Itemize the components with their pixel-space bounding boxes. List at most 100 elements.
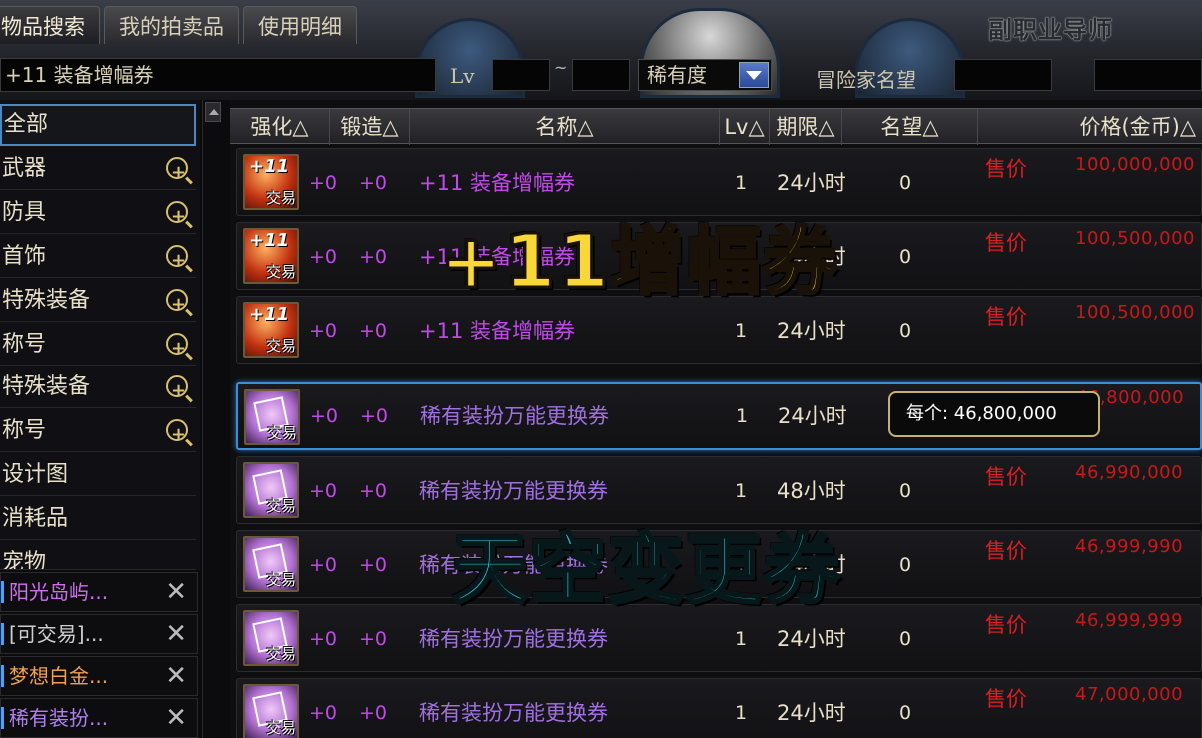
category-item[interactable]: 全部 xyxy=(0,104,196,146)
price-value: 100,500,000 xyxy=(1075,302,1196,323)
category-item[interactable]: 特殊装备 xyxy=(0,280,196,326)
category-item[interactable]: 设计图 xyxy=(0,454,196,496)
upgrade-value: +0 xyxy=(309,628,338,650)
avatar-ticket-icon: 交易 xyxy=(243,536,299,592)
fame-value: 0 xyxy=(899,628,912,650)
overlay-caption-avatar: 天空变更券 xyxy=(451,524,842,616)
sell-label: 售价 xyxy=(985,465,1027,489)
fame-value: 0 xyxy=(899,172,912,194)
filter-marker xyxy=(1,623,4,645)
tradable-badge: 交易 xyxy=(265,189,296,207)
close-icon[interactable]: ✕ xyxy=(165,699,187,737)
zoom-in-icon[interactable] xyxy=(166,240,188,282)
sell-label: 售价 xyxy=(985,687,1027,711)
upgrade-value: +0 xyxy=(309,480,338,502)
price-value: 100,000,000 xyxy=(1075,154,1196,175)
category-label: 消耗品 xyxy=(2,506,69,531)
fame-min-input[interactable] xyxy=(954,59,1052,91)
item-name: 稀有装扮万能更换券 xyxy=(420,404,609,428)
tradable-badge: 交易 xyxy=(266,424,297,442)
column-header-lv[interactable]: Lv△ xyxy=(720,109,770,145)
filter-marker xyxy=(1,581,4,603)
rarity-label: 稀有度 xyxy=(647,63,707,87)
category-label: 设计图 xyxy=(2,462,69,487)
upgrade-value: +0 xyxy=(309,554,338,576)
upgrade-value: +0 xyxy=(309,246,338,268)
icon-level-label: +11 xyxy=(249,230,290,251)
upgrade-value: +0 xyxy=(310,405,339,427)
overlay-caption-amplify: +11增幅券 xyxy=(439,218,839,307)
lv-min-input[interactable] xyxy=(492,59,550,91)
tab-item-search[interactable]: 物品搜索 xyxy=(0,6,100,44)
category-label: 特殊装备 xyxy=(2,374,91,399)
lv-max-input[interactable] xyxy=(572,59,630,91)
fame-value: 0 xyxy=(899,702,912,724)
filter-label: 阳光岛屿... xyxy=(9,580,109,604)
category-item[interactable]: 称号 xyxy=(0,410,196,456)
price-value: 46,999,990 xyxy=(1075,536,1184,557)
category-label: 称号 xyxy=(2,418,47,443)
zoom-in-icon[interactable] xyxy=(166,196,188,238)
column-header-upgrade[interactable]: 强化△ xyxy=(230,109,330,145)
item-name: 稀有装扮万能更换券 xyxy=(419,701,608,725)
search-bar: +11 装备增幅券 Lv ~ 稀有度 冒险家名望 xyxy=(0,54,1202,98)
column-header-name[interactable]: 名称△ xyxy=(410,109,720,145)
table-row[interactable]: 交易 +0 +0 稀有装扮万能更换券 1 24小时 0 售价 47,000,000 xyxy=(236,678,1202,738)
category-label: 武器 xyxy=(2,156,47,181)
filter-chip[interactable]: [可交易]... ✕ xyxy=(0,614,198,654)
search-input[interactable]: +11 装备增幅券 xyxy=(0,58,436,92)
category-label: 首饰 xyxy=(2,244,47,269)
category-item[interactable]: 特殊装备 xyxy=(0,366,196,412)
fame-max-input[interactable] xyxy=(1094,59,1202,91)
filter-list: 阳光岛屿... ✕ [可交易]... ✕ 梦想白金... ✕ 稀有装扮... ✕ xyxy=(0,572,198,738)
filter-label: 梦想白金... xyxy=(9,664,109,688)
forge-value: +0 xyxy=(359,480,388,502)
scroll-up-icon[interactable] xyxy=(205,102,221,122)
price-value: 100,500,000 xyxy=(1075,228,1196,249)
sell-label: 售价 xyxy=(985,157,1027,181)
amplify-ticket-icon: +11 交易 xyxy=(243,228,299,284)
close-icon[interactable]: ✕ xyxy=(165,615,187,653)
column-header-forge[interactable]: 锻造△ xyxy=(330,109,410,145)
sell-label: 售价 xyxy=(985,305,1027,329)
category-label: 防具 xyxy=(2,200,47,225)
table-header: 强化△ 锻造△ 名称△ Lv△ 期限△ 名望△ 价格(金币)△ xyxy=(230,108,1202,145)
category-item[interactable]: 防具 xyxy=(0,192,196,238)
column-header-duration[interactable]: 期限△ xyxy=(770,109,842,145)
avatar-ticket-icon: 交易 xyxy=(243,684,299,738)
icon-level-label: +11 xyxy=(249,156,290,177)
forge-value: +0 xyxy=(359,702,388,724)
forge-value: +0 xyxy=(359,628,388,650)
upgrade-value: +0 xyxy=(309,172,338,194)
tab-usage-details[interactable]: 使用明细 xyxy=(243,6,357,44)
tab-my-auctions[interactable]: 我的拍卖品 xyxy=(104,6,239,44)
fame-value: 0 xyxy=(899,246,912,268)
category-label: 特殊装备 xyxy=(2,288,91,313)
chevron-down-icon[interactable] xyxy=(739,62,769,88)
duration-value: 24小时 xyxy=(777,701,846,725)
filter-chip[interactable]: 梦想白金... ✕ xyxy=(0,656,198,696)
zoom-in-icon[interactable] xyxy=(166,328,188,370)
column-header-fame[interactable]: 名望△ xyxy=(842,109,978,145)
sidebar-scrollbar[interactable] xyxy=(202,100,222,738)
sell-label: 售价 xyxy=(985,613,1027,637)
category-label: 称号 xyxy=(2,332,47,357)
zoom-in-icon[interactable] xyxy=(166,152,188,194)
fame-value: 0 xyxy=(899,480,912,502)
filter-marker xyxy=(1,665,4,687)
category-item[interactable]: 首饰 xyxy=(0,236,196,282)
rarity-dropdown[interactable]: 稀有度 xyxy=(638,59,772,91)
category-item[interactable]: 称号 xyxy=(0,324,196,370)
fame-label: 冒险家名望 xyxy=(816,68,916,92)
zoom-in-icon[interactable] xyxy=(166,370,188,412)
filter-chip[interactable]: 阳光岛屿... ✕ xyxy=(0,572,198,612)
close-icon[interactable]: ✕ xyxy=(165,657,187,695)
close-icon[interactable]: ✕ xyxy=(165,573,187,611)
category-item[interactable]: 宠物 xyxy=(0,542,196,570)
amplify-ticket-icon: +11 交易 xyxy=(243,154,299,210)
category-item[interactable]: 消耗品 xyxy=(0,498,196,540)
zoom-in-icon[interactable] xyxy=(166,284,188,326)
filter-chip[interactable]: 稀有装扮... ✕ xyxy=(0,698,198,738)
category-item[interactable]: 武器 xyxy=(0,148,196,194)
zoom-in-icon[interactable] xyxy=(166,414,188,456)
